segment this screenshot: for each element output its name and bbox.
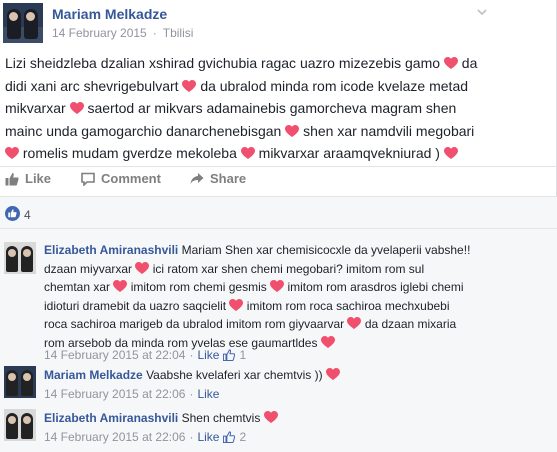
like-small-icon — [223, 349, 236, 361]
heart-icon — [285, 124, 300, 137]
meta-separator: · — [152, 26, 157, 40]
heart-icon — [113, 280, 128, 292]
comment-like-count[interactable]: 1 — [239, 348, 246, 362]
share-label: Share — [210, 171, 247, 186]
comment-like-button[interactable]: Like — [197, 430, 219, 444]
comment-text: Mariam Melkadze Vaabshe kvelaferi xar ch… — [44, 366, 534, 385]
like-reaction-icon — [5, 206, 20, 221]
post-date[interactable]: 14 February 2015 — [52, 26, 147, 40]
comment-meta: 14 February 2015 at 22:06 · Like 2 — [44, 430, 247, 444]
comment-date[interactable]: 14 February 2015 at 22:06 — [44, 430, 185, 444]
likes-count: 4 — [24, 208, 31, 222]
thumbs-up-icon — [5, 172, 19, 185]
post-meta: 14 February 2015 · Tbilisi — [52, 26, 193, 40]
comment-date[interactable]: 14 February 2015 at 22:04 — [44, 348, 185, 362]
heart-icon — [443, 57, 458, 69]
commenter-avatar[interactable] — [4, 409, 36, 441]
comment-meta: 14 February 2015 at 22:04 · Like 1 — [44, 348, 247, 362]
commenter-name[interactable]: Elizabeth Amiranashvili — [44, 411, 178, 425]
commenter-avatar[interactable] — [4, 242, 36, 274]
heart-icon — [229, 298, 244, 311]
post-card: Mariam Melkadze 14 February 2015 · Tbili… — [0, 0, 557, 452]
author-name[interactable]: Mariam Melkadze — [52, 6, 167, 22]
heart-icon — [263, 411, 278, 423]
heart-icon — [135, 261, 150, 274]
comments-section: Elizabeth Amiranashvili Mariam Shen xar … — [0, 228, 557, 452]
like-label: Like — [25, 171, 52, 186]
commenter-name[interactable]: Elizabeth Amiranashvili — [44, 243, 178, 257]
share-icon — [190, 172, 204, 184]
post-location[interactable]: Tbilisi — [163, 26, 194, 40]
heart-icon — [270, 280, 285, 292]
comment-text: Elizabeth Amiranashvili Mariam Shen xar … — [44, 243, 471, 350]
comment-like-button[interactable]: Like — [197, 348, 219, 362]
heart-icon — [182, 79, 197, 92]
comment-text: Elizabeth Amiranashvili Shen chemtvis — [44, 409, 534, 428]
author-avatar[interactable] — [3, 3, 43, 43]
share-button[interactable]: Share — [190, 171, 246, 186]
heart-icon — [443, 147, 458, 159]
like-button[interactable]: Like — [5, 171, 51, 186]
comment-date[interactable]: 14 February 2015 at 22:06 — [44, 387, 185, 401]
heart-icon — [325, 368, 340, 380]
comment-icon — [81, 172, 95, 186]
heart-icon — [5, 147, 19, 159]
heart-icon — [240, 147, 255, 159]
likes-summary[interactable]: 4 — [0, 196, 557, 229]
heart-icon — [347, 317, 362, 329]
comment-like-button[interactable]: Like — [197, 387, 219, 401]
comment-like-count[interactable]: 2 — [239, 430, 246, 444]
post-text: Lizi sheidzleba dzalian xshirad gvichubi… — [5, 55, 478, 161]
comment-button[interactable]: Comment — [81, 171, 161, 186]
post-actions: Like Comment Share — [0, 166, 557, 193]
post-header: Mariam Melkadze 14 February 2015 · Tbili… — [0, 0, 540, 50]
commenter-avatar[interactable] — [4, 366, 36, 398]
like-small-icon — [223, 431, 236, 443]
commenter-name[interactable]: Mariam Melkadze — [44, 368, 143, 382]
comment-label: Comment — [101, 171, 161, 186]
comment-meta: 14 February 2015 at 22:06 · Like — [44, 387, 220, 401]
heart-icon — [69, 102, 84, 114]
chevron-down-icon[interactable] — [476, 6, 488, 18]
heart-icon — [320, 335, 335, 348]
